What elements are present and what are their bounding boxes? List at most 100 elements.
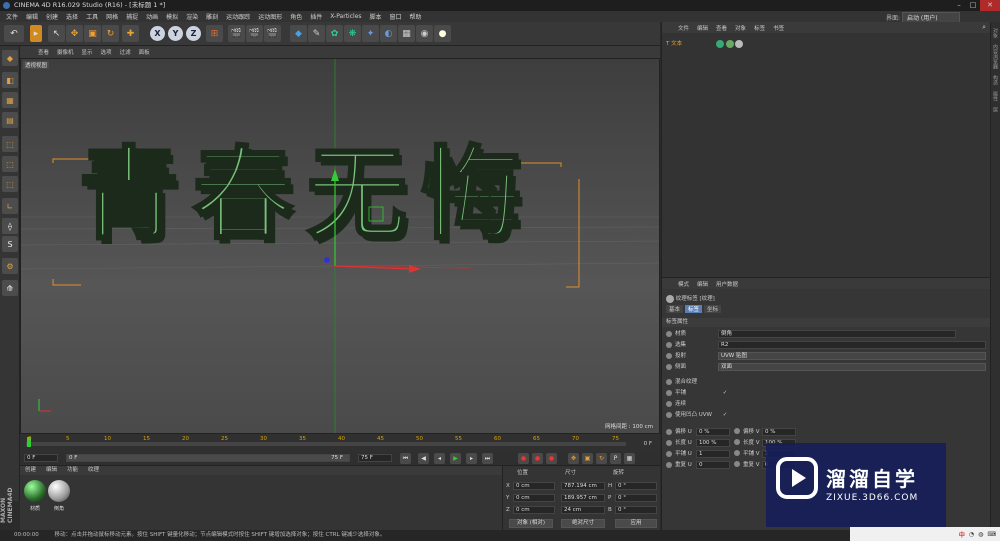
tab-layers[interactable]: 层 xyxy=(992,107,999,112)
obj-menu-tags[interactable]: 标签 xyxy=(750,24,769,32)
tab-structure[interactable]: 构造 xyxy=(992,75,999,85)
camera-icon[interactable]: ◉ xyxy=(416,25,433,42)
selection-icon[interactable]: ▸ xyxy=(30,25,42,42)
subdivision-icon[interactable]: ✿ xyxy=(326,25,343,42)
axis-x-button[interactable]: X xyxy=(150,26,165,41)
anim-dot-icon[interactable] xyxy=(666,439,672,446)
vp-menu-view[interactable]: 查看 xyxy=(34,48,53,56)
recent-tool-icon[interactable]: ✚ xyxy=(122,25,139,42)
position-z-field[interactable]: 0 cm xyxy=(513,506,555,514)
live-select-icon[interactable]: ↖ xyxy=(48,25,65,42)
menu-tools[interactable]: 工具 xyxy=(82,12,102,21)
offset-u-field[interactable]: 0 % xyxy=(696,428,730,436)
position-x-field[interactable]: 0 cm xyxy=(513,482,555,490)
anim-dot-icon[interactable] xyxy=(666,400,672,407)
anim-dot-icon[interactable] xyxy=(734,428,740,434)
minimize-button[interactable]: – xyxy=(952,0,966,11)
keyboard-icon[interactable]: ⌨ xyxy=(987,531,996,538)
planar-workplane-icon[interactable]: ⟰ xyxy=(2,280,18,296)
array-icon[interactable]: ❋ xyxy=(344,25,361,42)
tweak-mode-icon[interactable]: ⟠ xyxy=(2,218,18,234)
menu-create[interactable]: 创建 xyxy=(42,12,62,21)
polygons-mode-icon[interactable]: ⬚ xyxy=(2,176,18,192)
rotation-p-field[interactable]: 0 ° xyxy=(615,494,657,502)
anim-dot-icon[interactable] xyxy=(666,341,672,348)
menu-simulate[interactable]: 模拟 xyxy=(162,12,182,21)
workplane-icon[interactable]: ▤ xyxy=(2,112,18,128)
anim-dot-icon[interactable] xyxy=(734,461,740,467)
obj-menu-view[interactable]: 查看 xyxy=(712,24,731,32)
object-name[interactable]: 文本 xyxy=(671,41,682,47)
menu-snap[interactable]: 捕捉 xyxy=(122,12,142,21)
size-y-field[interactable]: 189.957 cm xyxy=(561,494,605,502)
anim-dot-icon[interactable] xyxy=(734,439,740,445)
tab-content-browser[interactable]: 内容浏览器 xyxy=(992,44,999,69)
repeat-u-field[interactable]: 0 xyxy=(696,461,730,469)
anim-dot-icon[interactable] xyxy=(666,389,672,396)
tab-coords[interactable]: 坐标 xyxy=(704,305,722,313)
obj-menu-bookmarks[interactable]: 书签 xyxy=(769,24,788,32)
tile-checkbox[interactable]: ✓ xyxy=(723,390,728,396)
object-row-text[interactable]: T 文本 xyxy=(666,39,744,48)
vp-menu-panel[interactable]: 面板 xyxy=(135,48,154,56)
model-mode-icon[interactable]: ◧ xyxy=(2,72,18,88)
obj-menu-file[interactable]: 文件 xyxy=(674,24,693,32)
material-tag-icon[interactable] xyxy=(725,39,734,48)
material-tag-grey-icon[interactable] xyxy=(735,39,744,48)
anim-dot-icon[interactable] xyxy=(666,428,672,435)
close-button[interactable]: ✕ xyxy=(980,0,1000,11)
key-param-icon[interactable]: P xyxy=(610,453,621,464)
undo-icon[interactable]: ↶ xyxy=(4,25,24,42)
rotate-icon[interactable]: ↻ xyxy=(102,25,119,42)
tray-icon[interactable]: ◍ xyxy=(978,531,983,538)
menu-script[interactable]: 脚本 xyxy=(366,12,386,21)
start-frame-field[interactable]: 0 F xyxy=(24,454,58,462)
obj-menu-object[interactable]: 对象 xyxy=(731,24,750,32)
size-x-field[interactable]: 787.194 cm xyxy=(561,482,605,490)
move-icon[interactable]: ✥ xyxy=(66,25,83,42)
vp-menu-camera[interactable]: 摄像机 xyxy=(53,48,78,56)
tab-tag[interactable]: 标签 xyxy=(685,305,703,313)
maximize-button[interactable]: □ xyxy=(966,0,980,11)
tray-icon[interactable]: ◔ xyxy=(969,531,974,538)
render-picture-viewer-icon[interactable]: 🎬 xyxy=(246,25,263,42)
pen-spline-icon[interactable]: ✎ xyxy=(308,25,325,42)
coordinate-system-icon[interactable]: ⊞ xyxy=(206,25,223,42)
tab-objects[interactable]: 对象 xyxy=(992,28,999,38)
attr-menu-userdata[interactable]: 用户数据 xyxy=(712,280,742,288)
prev-frame-icon[interactable]: ◂ xyxy=(434,453,445,464)
mat-menu-texture[interactable]: 纹理 xyxy=(83,466,104,475)
prev-key-icon[interactable]: ◀ xyxy=(418,453,429,464)
timeline-track[interactable] xyxy=(26,442,626,446)
anim-dot-icon[interactable] xyxy=(666,352,672,359)
selection-field[interactable]: R2 xyxy=(718,341,986,349)
side-dropdown[interactable]: 双面 xyxy=(718,363,986,371)
perspective-viewport[interactable]: 青春无悔 透视视图 网格间距 : 100 cm xyxy=(20,58,660,434)
menu-mesh[interactable]: 网格 xyxy=(102,12,122,21)
next-frame-icon[interactable]: ▸ xyxy=(466,453,477,464)
menu-render[interactable]: 渲染 xyxy=(182,12,202,21)
anim-dot-icon[interactable] xyxy=(734,450,740,456)
tab-basic[interactable]: 基本 xyxy=(666,305,684,313)
transform-gizmo[interactable] xyxy=(21,59,660,434)
deformer-icon[interactable]: ✦ xyxy=(362,25,379,42)
light-icon[interactable]: ● xyxy=(434,25,451,42)
key-rotation-icon[interactable]: ↻ xyxy=(596,453,607,464)
material-swatch-green[interactable] xyxy=(24,480,46,502)
rotation-b-field[interactable]: 0 ° xyxy=(615,506,657,514)
vp-menu-options[interactable]: 选项 xyxy=(97,48,116,56)
floor-icon[interactable]: ▦ xyxy=(398,25,415,42)
anim-dot-icon[interactable] xyxy=(666,330,672,337)
play-icon[interactable]: ▶ xyxy=(450,453,461,464)
coord-mode-dropdown[interactable]: 对象 (相对) xyxy=(509,519,553,528)
menu-window[interactable]: 窗口 xyxy=(386,12,406,21)
scale-icon[interactable]: ▣ xyxy=(84,25,101,42)
mat-menu-edit[interactable]: 编辑 xyxy=(41,466,62,475)
menu-mograph[interactable]: 运动图形 xyxy=(254,12,286,21)
key-position-icon[interactable]: ✥ xyxy=(568,453,579,464)
autokey-icon[interactable]: ● xyxy=(532,453,543,464)
lock-workplane-icon[interactable]: ⚙ xyxy=(2,258,18,274)
go-start-icon[interactable]: ⏮ xyxy=(400,453,411,464)
menu-file[interactable]: 文件 xyxy=(2,12,22,21)
snap-icon[interactable]: S xyxy=(2,236,18,252)
